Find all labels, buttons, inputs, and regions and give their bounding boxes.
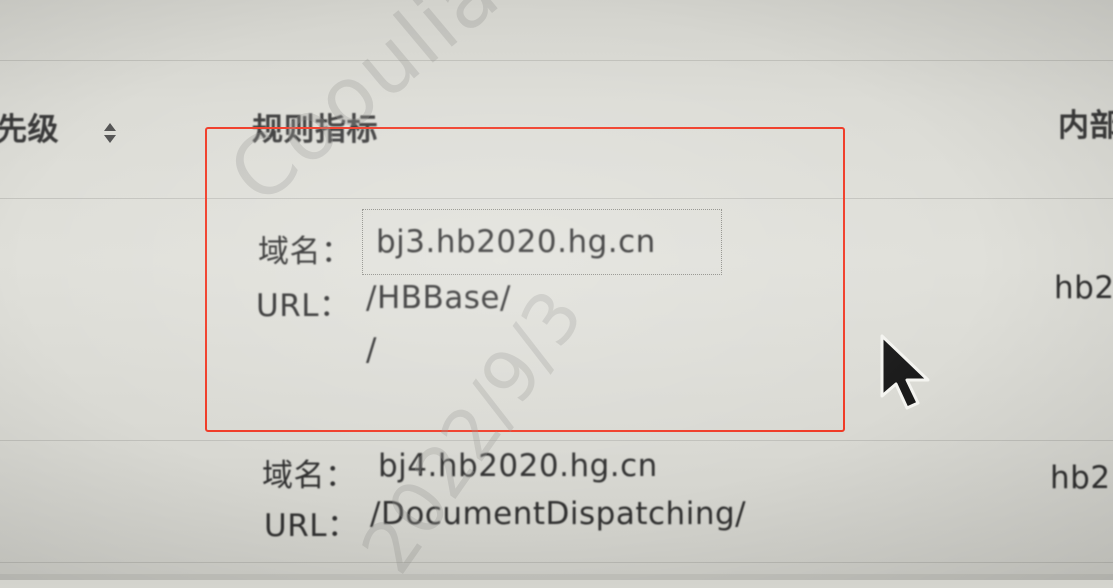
url-label: URL：: [264, 508, 359, 544]
mouse-pointer-icon: [880, 334, 930, 410]
column-header-priority[interactable]: 先级: [0, 104, 59, 149]
divider: [0, 440, 1113, 441]
content-cell: hb2: [1054, 270, 1113, 306]
column-header-label: 先级: [0, 112, 59, 148]
content-cell: hb2: [1050, 460, 1111, 496]
sort-icon[interactable]: [102, 122, 118, 144]
screen: 先级 规则指标 内部 域名： bj3.hb2020.hg.cn URL： /HB…: [0, 0, 1113, 588]
domain-label: 域名：: [262, 458, 357, 494]
divider: [0, 562, 1113, 563]
divider: [0, 60, 1113, 61]
screen-bottom-edge: [0, 574, 1113, 580]
column-header-content: 内部: [1058, 108, 1113, 144]
